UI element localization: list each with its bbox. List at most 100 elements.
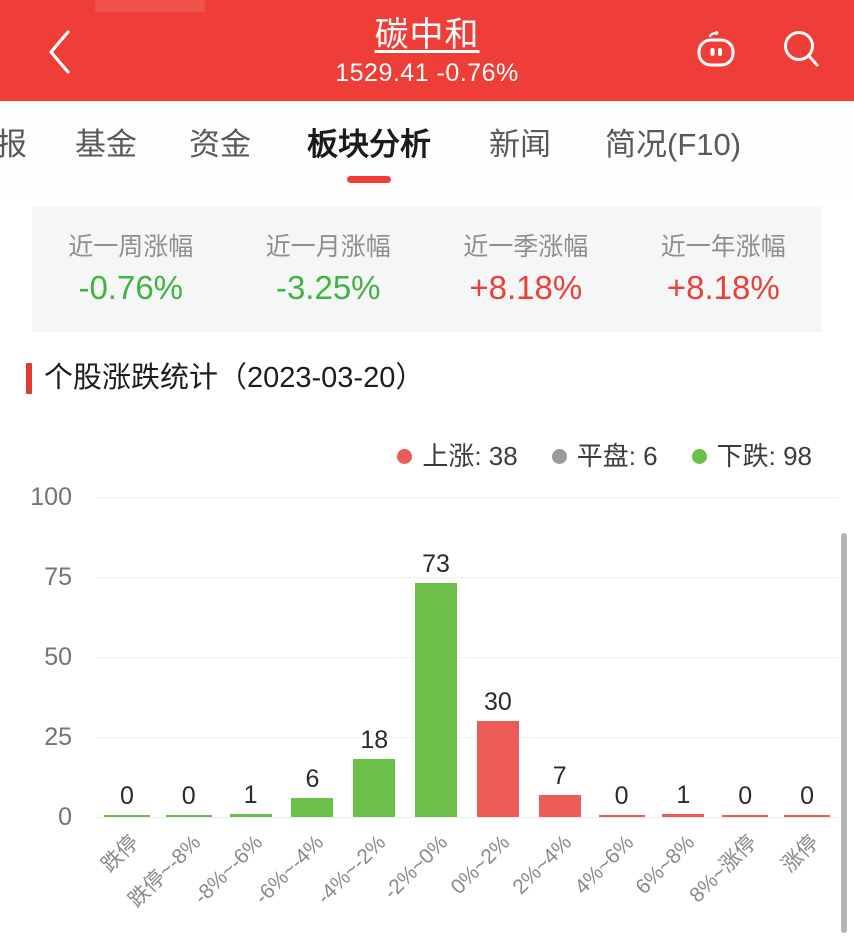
legend-item-up[interactable]: 上涨: 38 xyxy=(397,440,518,472)
bar[interactable] xyxy=(722,814,769,817)
bar[interactable] xyxy=(353,759,396,817)
gridline xyxy=(96,817,838,818)
bar-slot[interactable]: 0 xyxy=(714,497,776,817)
tab-label: 新闻 xyxy=(489,127,551,162)
legend-label: 平盘: 6 xyxy=(576,441,658,471)
x-axis-tick: 8%~涨停 xyxy=(685,825,776,935)
bar[interactable] xyxy=(103,814,150,817)
stat-label: 近一年涨幅 xyxy=(660,232,786,261)
bar-value-label: 73 xyxy=(422,550,450,579)
legend-dot-down xyxy=(691,448,707,464)
stat-value: +8.18% xyxy=(469,268,583,306)
stat-value: +8.18% xyxy=(666,268,780,306)
robot-assistant-button[interactable] xyxy=(692,28,740,76)
bar[interactable] xyxy=(476,721,519,817)
stat-year: 近一年涨幅 +8.18% xyxy=(625,207,823,332)
robot-assistant-icon xyxy=(693,27,739,78)
tab-label: 资金 xyxy=(189,127,251,162)
legend-label: 下跌: 98 xyxy=(716,441,812,471)
bar-value-label: 0 xyxy=(614,781,629,810)
bar-value-label: 0 xyxy=(800,781,814,810)
bar[interactable] xyxy=(598,814,645,817)
bar-slot[interactable]: 73 xyxy=(405,497,467,817)
x-axis-tick-label: 跌停 xyxy=(97,831,144,877)
bar-slot[interactable]: 0 xyxy=(158,497,220,817)
tab-profile-f10[interactable]: 简况(F10) xyxy=(579,101,767,189)
bar-value-label: 0 xyxy=(119,781,134,810)
stat-quarter: 近一季涨幅 +8.18% xyxy=(427,207,625,332)
stat-month: 近一月涨幅 -3.25% xyxy=(230,207,428,332)
page-title: 碳中和 xyxy=(374,16,480,54)
bar-slot[interactable]: 1 xyxy=(220,497,282,817)
y-axis-tick-label: 50 xyxy=(44,643,72,671)
bar[interactable] xyxy=(229,813,272,817)
bar-slot[interactable]: 0 xyxy=(591,497,653,817)
y-axis-tick-label: 0 xyxy=(58,803,72,831)
stat-label: 近一月涨幅 xyxy=(265,232,391,261)
bar-slot[interactable]: 1 xyxy=(652,497,714,817)
bar-value-label: 1 xyxy=(676,780,691,809)
tab-sector-analysis[interactable]: 板块分析 xyxy=(277,101,461,189)
tab-label: 报 xyxy=(0,127,27,162)
chevron-left-icon xyxy=(46,29,72,75)
stat-value: -3.25% xyxy=(275,268,381,306)
bar[interactable] xyxy=(538,794,581,817)
bar-value-label: 7 xyxy=(552,761,567,790)
chart-x-axis: 跌停 跌停~-8% -8%~-6% -6%~-4% -4%~-2% -2%~0% 0%~2%… xyxy=(96,825,838,935)
bar[interactable] xyxy=(415,583,458,817)
bar-value-label: 1 xyxy=(243,780,258,809)
section-title-text: 个股涨跌统计（2023-03-20） xyxy=(44,362,425,394)
stat-value: -0.76% xyxy=(78,268,184,306)
back-button[interactable] xyxy=(34,27,84,77)
tab-fund[interactable]: 基金 xyxy=(49,101,163,189)
bar-value-label: 6 xyxy=(305,764,320,793)
title-accent-bar xyxy=(26,362,32,394)
performance-stats-card: 近一周涨幅 -0.76% 近一月涨幅 -3.25% 近一季涨幅 +8.18% 近… xyxy=(32,207,822,332)
x-axis-tick-label: 涨停 xyxy=(777,831,824,877)
y-axis-tick-label: 100 xyxy=(30,483,72,511)
header-actions xyxy=(692,28,826,76)
bar-value-label: 0 xyxy=(181,781,196,810)
bar[interactable] xyxy=(165,814,212,817)
x-axis-tick: 涨停 xyxy=(776,825,838,935)
bar-slot[interactable]: 0 xyxy=(96,497,158,817)
bar-slot[interactable]: 0 xyxy=(776,497,838,817)
search-icon xyxy=(779,27,825,78)
tab-label: 板块分析 xyxy=(307,127,431,162)
legend-item-down[interactable]: 下跌: 98 xyxy=(691,440,812,472)
distribution-bar-chart: 0 0 1 6 18 73 30 7 0 1 0 0 100 75 50 25 0 跌停 跌停~-8% -8%~-… xyxy=(0,470,854,946)
legend-dot-flat xyxy=(551,448,567,464)
bar-slot[interactable]: 6 xyxy=(281,497,343,817)
tab-news[interactable]: 新闻 xyxy=(461,101,579,189)
sector-analysis-screen: 碳中和 1529.41 -0.76% 报 基金 资金 板块分析 新闻 简况(F1… xyxy=(0,0,854,946)
legend-item-flat[interactable]: 平盘: 6 xyxy=(551,440,658,472)
tab-label: 基金 xyxy=(75,127,137,162)
bar-slot[interactable]: 18 xyxy=(343,497,405,817)
legend-dot-up xyxy=(397,448,413,464)
y-axis-tick-label: 25 xyxy=(44,723,72,751)
section-tabs: 报 基金 资金 板块分析 新闻 简况(F10) xyxy=(0,101,854,193)
search-button[interactable] xyxy=(778,28,826,76)
tab-bao[interactable]: 报 xyxy=(0,101,49,189)
legend-label: 上涨: 38 xyxy=(422,441,518,471)
chart-plot-area: 0 0 1 6 18 73 30 7 0 1 0 0 xyxy=(96,497,838,818)
bar-slot[interactable]: 7 xyxy=(529,497,591,817)
page-scrollbar[interactable] xyxy=(841,533,847,933)
chart-bars: 0 0 1 6 18 73 30 7 0 1 0 0 xyxy=(96,497,838,817)
chart-section-title: 个股涨跌统计（2023-03-20） xyxy=(26,360,424,396)
tab-label: 简况(F10) xyxy=(605,127,742,162)
bar-slot[interactable]: 30 xyxy=(467,497,529,817)
bar[interactable] xyxy=(784,814,831,817)
bar[interactable] xyxy=(291,797,334,817)
stat-label: 近一周涨幅 xyxy=(68,232,194,261)
stat-week: 近一周涨幅 -0.76% xyxy=(32,207,230,332)
chart-legend: 上涨: 38 平盘: 6 下跌: 98 xyxy=(397,440,812,472)
bar-value-label: 0 xyxy=(738,781,753,810)
bar-value-label: 30 xyxy=(483,688,512,716)
tab-capital[interactable]: 资金 xyxy=(163,101,277,189)
status-bar-remnant xyxy=(95,0,205,12)
bar-value-label: 18 xyxy=(360,726,389,755)
stat-label: 近一季涨幅 xyxy=(463,232,589,261)
app-header: 碳中和 1529.41 -0.76% xyxy=(0,0,854,101)
bar[interactable] xyxy=(662,813,705,817)
